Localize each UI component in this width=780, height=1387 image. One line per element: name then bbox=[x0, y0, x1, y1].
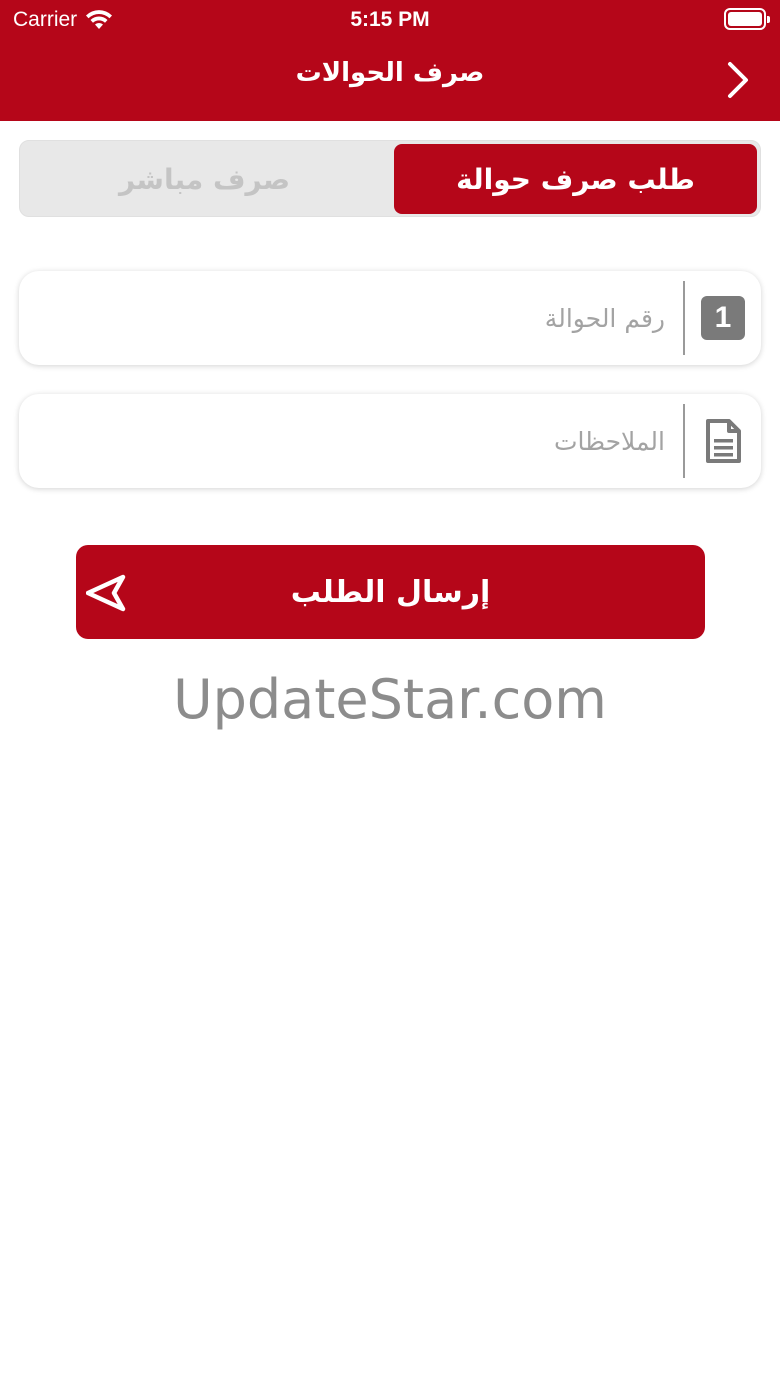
notes-input[interactable] bbox=[45, 394, 665, 488]
tab-direct-payment[interactable]: صرف مباشر bbox=[23, 144, 386, 214]
number-one-icon: 1 bbox=[701, 296, 745, 340]
notes-icon-wrap bbox=[685, 394, 761, 488]
transfer-number-input[interactable] bbox=[45, 271, 665, 365]
app-header: Carrier 5:15 PM صرف الحوالات bbox=[0, 0, 780, 121]
page-title: صرف الحوالات bbox=[295, 58, 485, 88]
send-icon bbox=[86, 574, 126, 612]
chevron-right-icon[interactable] bbox=[726, 60, 750, 100]
field-divider bbox=[683, 281, 685, 355]
submit-request-button[interactable]: إرسال الطلب bbox=[76, 545, 705, 639]
transfer-number-icon-wrap: 1 bbox=[685, 271, 761, 365]
notes-field bbox=[19, 394, 761, 488]
battery-icon bbox=[724, 8, 770, 30]
status-time: 5:15 PM bbox=[350, 8, 430, 31]
submit-button-label: إرسال الطلب bbox=[290, 574, 491, 610]
watermark: UpdateStar.com bbox=[173, 668, 607, 731]
segmented-control: طلب صرف حوالة صرف مباشر bbox=[19, 140, 761, 217]
transfer-number-field: 1 bbox=[19, 271, 761, 365]
status-bar: Carrier 5:15 PM bbox=[0, 0, 780, 42]
field-divider bbox=[683, 404, 685, 478]
document-icon bbox=[706, 419, 741, 463]
tab-transfer-request[interactable]: طلب صرف حوالة bbox=[394, 144, 757, 214]
